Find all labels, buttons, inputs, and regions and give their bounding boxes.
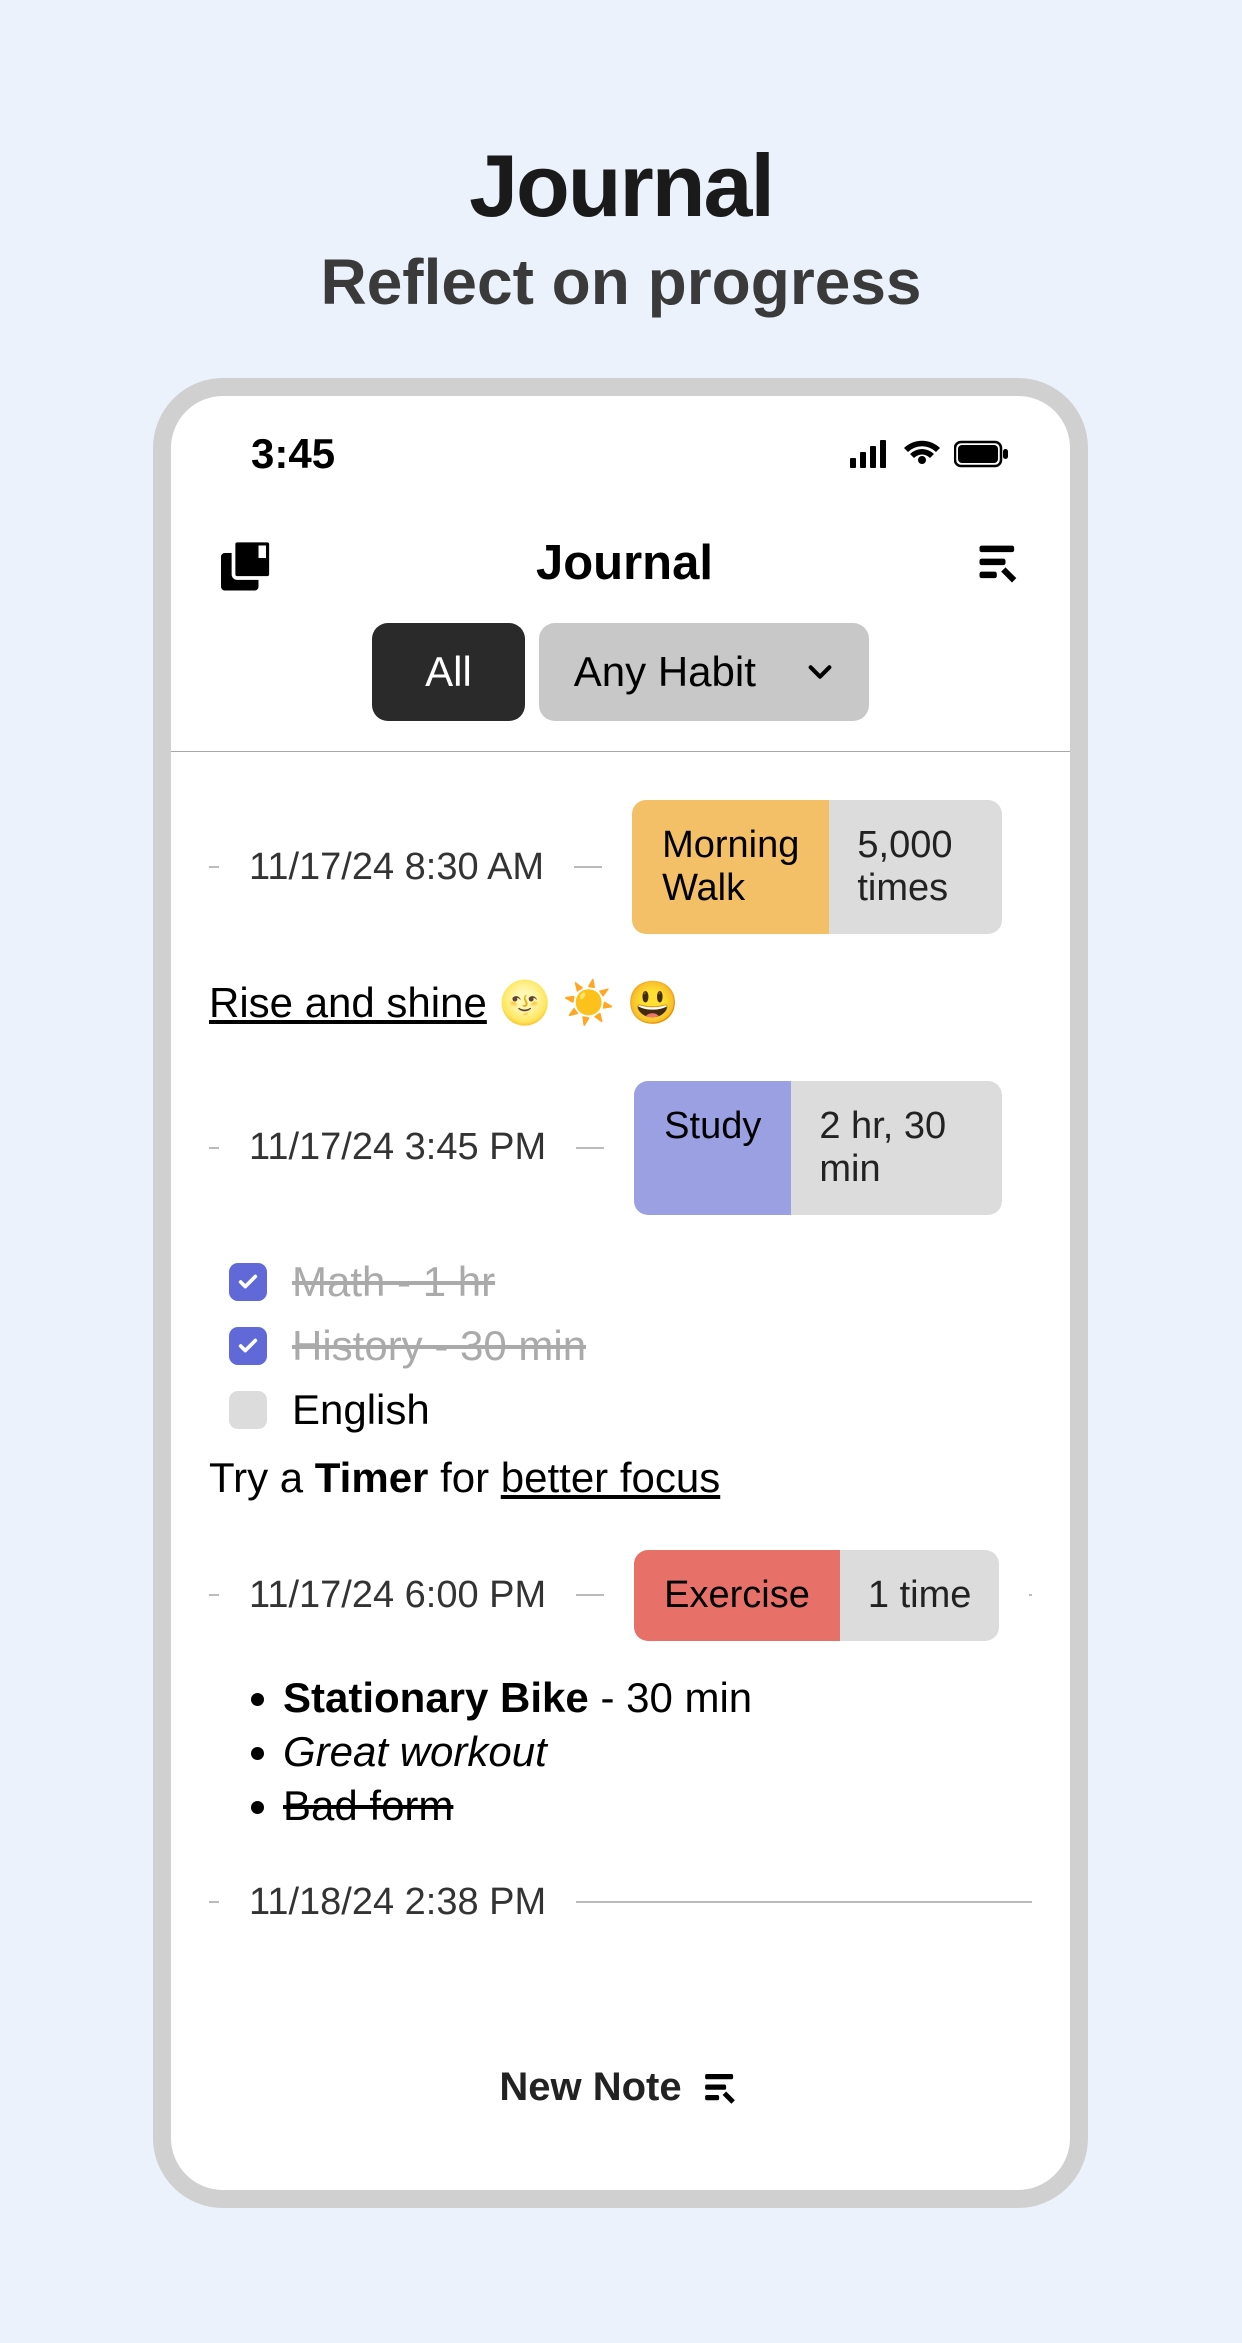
list-item: Great workout bbox=[283, 1725, 1032, 1779]
checkbox-unchecked[interactable] bbox=[229, 1391, 267, 1429]
entry-timestamp: 11/18/24 2:38 PM bbox=[249, 1881, 546, 1924]
habit-tag[interactable]: Morning Walk 5,000 times bbox=[632, 800, 1002, 934]
filter-habit-label: Any Habit bbox=[574, 648, 756, 696]
habit-tag-value: 1 time bbox=[840, 1550, 999, 1641]
checklist-item[interactable]: Math - 1 hr bbox=[229, 1250, 1032, 1314]
divider bbox=[209, 1147, 219, 1149]
cellular-icon bbox=[850, 440, 890, 468]
filter-row: All Any Habit bbox=[171, 623, 1070, 751]
journal-entry[interactable]: 11/17/24 3:45 PM Study 2 hr, 30 min Math… bbox=[171, 1033, 1070, 1502]
promo-subtitle: Reflect on progress bbox=[0, 245, 1242, 319]
list-item: Bad form bbox=[283, 1779, 1032, 1833]
entry-body: Rise and shine 🌝 ☀️ 😃 bbox=[209, 934, 1032, 1033]
collections-icon[interactable] bbox=[216, 533, 276, 593]
list-item: Stationary Bike - 30 min bbox=[283, 1671, 1032, 1725]
promo-title: Journal bbox=[0, 135, 1242, 237]
habit-tag-value: 2 hr, 30 min bbox=[791, 1081, 1002, 1215]
entry-tip: Try a Timer for better focus bbox=[209, 1442, 1032, 1502]
phone-frame: 3:45 Journal All Any Habit 11/17/24 8:30… bbox=[153, 378, 1088, 2208]
bullet-list: Stationary Bike - 30 min Great workout B… bbox=[209, 1641, 1032, 1833]
new-note-label: New Note bbox=[499, 2065, 681, 2110]
entry-timestamp: 11/17/24 8:30 AM bbox=[249, 846, 544, 889]
divider bbox=[209, 1594, 219, 1596]
battery-icon bbox=[954, 440, 1010, 468]
divider bbox=[209, 866, 219, 868]
checkbox-checked[interactable] bbox=[229, 1327, 267, 1365]
entry-timestamp: 11/17/24 6:00 PM bbox=[249, 1574, 546, 1617]
status-time: 3:45 bbox=[251, 430, 335, 478]
app-header: Journal bbox=[171, 478, 1070, 623]
edit-list-icon bbox=[700, 2067, 742, 2109]
check-icon bbox=[237, 1335, 259, 1357]
journal-entry[interactable]: 11/17/24 6:00 PM Exercise 1 time Station… bbox=[171, 1502, 1070, 1833]
divider bbox=[576, 1901, 1032, 1903]
habit-tag[interactable]: Study 2 hr, 30 min bbox=[634, 1081, 1002, 1215]
divider bbox=[576, 1147, 604, 1149]
habit-tag-value: 5,000 times bbox=[829, 800, 1002, 934]
entry-timestamp: 11/17/24 3:45 PM bbox=[249, 1126, 546, 1169]
habit-tag-name: Morning Walk bbox=[632, 800, 829, 934]
wifi-icon bbox=[902, 440, 942, 468]
filter-habit-dropdown[interactable]: Any Habit bbox=[539, 623, 869, 721]
divider bbox=[574, 866, 602, 868]
divider bbox=[576, 1594, 604, 1596]
divider bbox=[209, 1901, 219, 1903]
journal-entry[interactable]: 11/17/24 8:30 AM Morning Walk 5,000 time… bbox=[171, 752, 1070, 1033]
checklist: Math - 1 hr History - 30 min English bbox=[209, 1215, 1032, 1442]
new-note-button[interactable]: New Note bbox=[499, 2065, 741, 2110]
entry-text: Rise and shine bbox=[209, 979, 487, 1026]
filter-all-button[interactable]: All bbox=[372, 623, 525, 721]
checklist-item[interactable]: History - 30 min bbox=[229, 1314, 1032, 1378]
checklist-label: History - 30 min bbox=[292, 1322, 586, 1370]
edit-list-icon[interactable] bbox=[973, 537, 1025, 589]
checklist-label: English bbox=[292, 1386, 430, 1434]
habit-tag[interactable]: Exercise 1 time bbox=[634, 1550, 999, 1641]
habit-tag-name: Exercise bbox=[634, 1550, 840, 1641]
journal-entry[interactable]: 11/18/24 2:38 PM bbox=[171, 1833, 1070, 1924]
habit-tag-name: Study bbox=[634, 1081, 791, 1215]
chevron-down-icon bbox=[806, 658, 834, 686]
checkbox-checked[interactable] bbox=[229, 1263, 267, 1301]
status-icons bbox=[850, 440, 1010, 468]
checklist-item[interactable]: English bbox=[229, 1378, 1032, 1442]
page-title: Journal bbox=[536, 535, 713, 591]
entry-emoji: 🌝 ☀️ 😃 bbox=[499, 979, 679, 1026]
checklist-label: Math - 1 hr bbox=[292, 1258, 495, 1306]
divider bbox=[1029, 1594, 1032, 1596]
status-bar: 3:45 bbox=[171, 396, 1070, 478]
check-icon bbox=[237, 1271, 259, 1293]
